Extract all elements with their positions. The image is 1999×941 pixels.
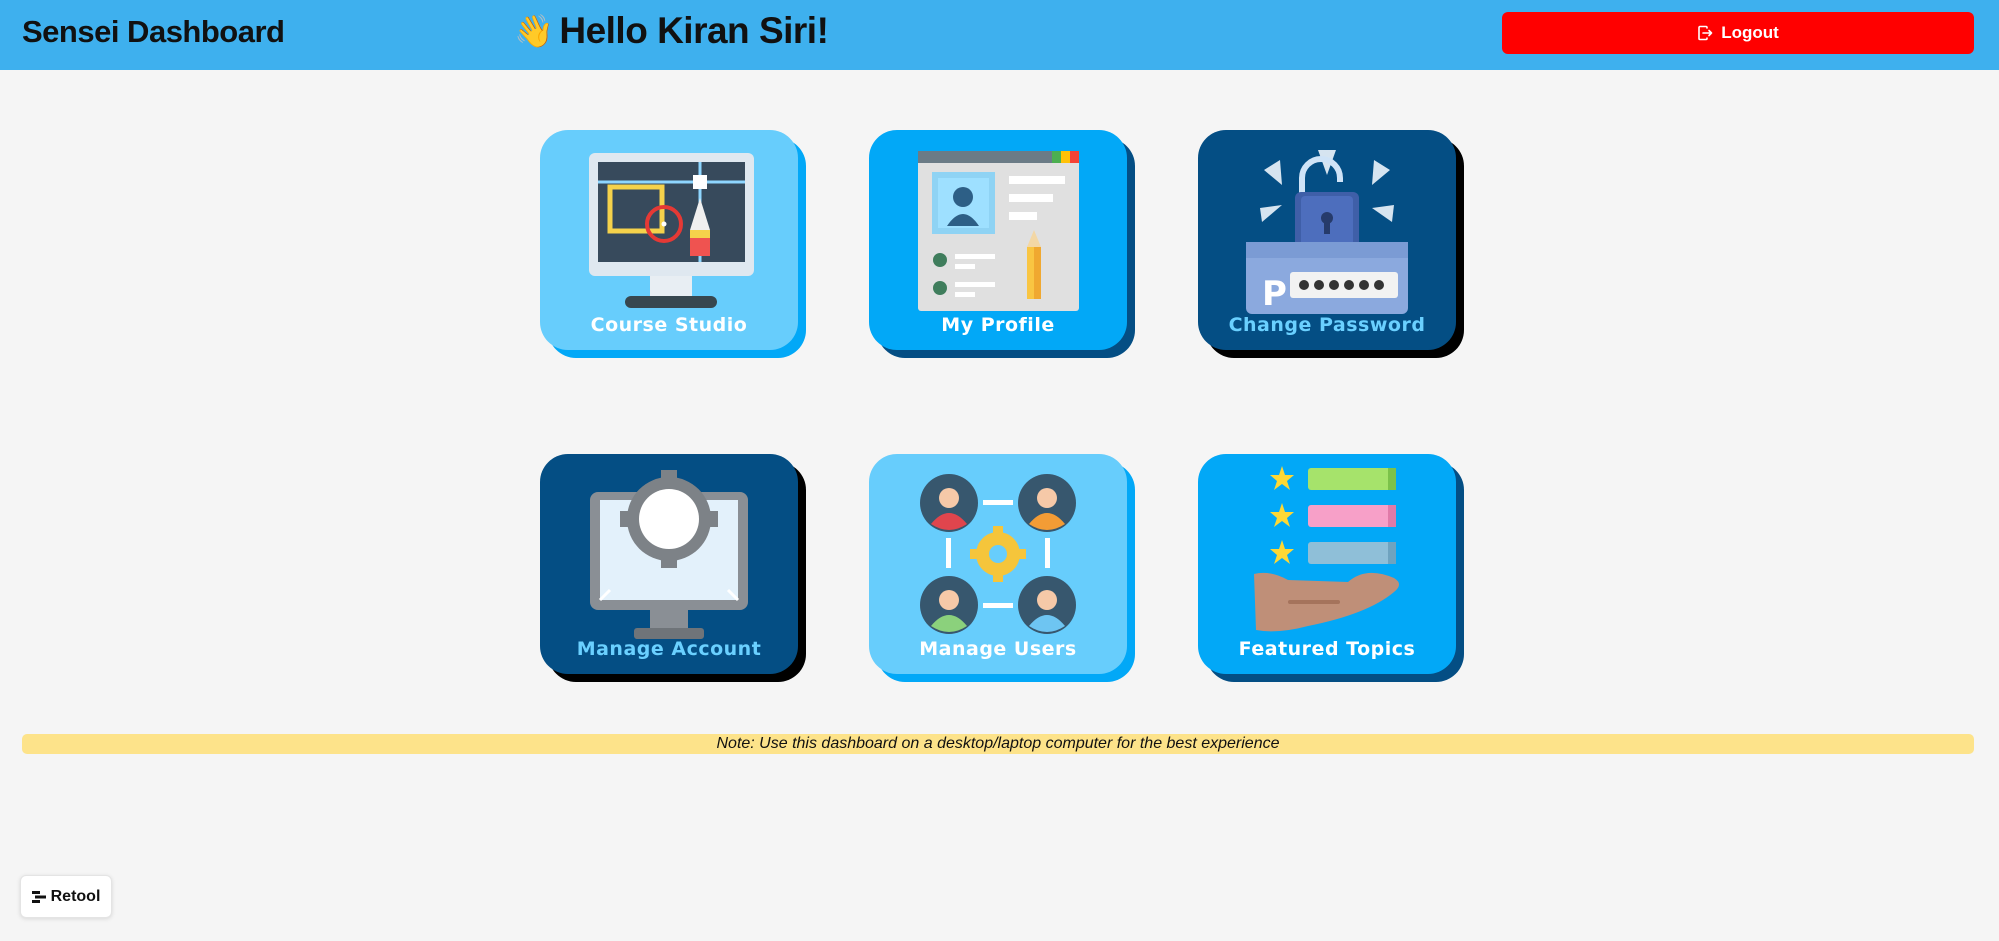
svg-text:P: P <box>1262 274 1287 314</box>
wave-icon: 👋 <box>514 13 554 49</box>
tile-face: Featured Topics <box>1198 454 1456 674</box>
tile-label: Manage Users <box>919 638 1077 660</box>
retool-badge[interactable]: Retool <box>20 875 112 918</box>
logout-label: Logout <box>1721 23 1779 42</box>
tile-manage-account[interactable]: Manage Account <box>540 454 806 682</box>
tile-manage-users[interactable]: Manage Users <box>869 454 1135 682</box>
tile-label: Course Studio <box>590 314 748 336</box>
tile-face: Manage Account <box>540 454 798 674</box>
desktop-note: Note: Use this dashboard on a desktop/la… <box>22 734 1974 754</box>
tile-face: My Profile <box>869 130 1127 350</box>
tile-my-profile[interactable]: My Profile <box>869 130 1135 358</box>
tile-label: My Profile <box>941 314 1055 336</box>
retool-label: Retool <box>50 887 101 905</box>
retool-logo-icon <box>31 890 46 903</box>
tile-face: P Change Password <box>1198 130 1456 350</box>
tile-change-password[interactable]: P Change Password <box>1198 130 1464 358</box>
tile-featured-topics[interactable]: Featured Topics <box>1198 454 1464 682</box>
tile-label: Manage Account <box>576 638 762 660</box>
tile-face: Manage Users <box>869 454 1127 674</box>
app-title: Sensei Dashboard <box>22 14 285 49</box>
logout-button[interactable]: Logout <box>1502 12 1974 54</box>
tile-face: Course Studio <box>540 130 798 350</box>
greeting-text: Hello Kiran Siri! <box>559 10 829 51</box>
tile-label: Featured Topics <box>1238 638 1416 660</box>
tile-label: Change Password <box>1228 314 1426 336</box>
tile-course-studio[interactable]: Course Studio <box>540 130 806 358</box>
greeting: 👋 Hello Kiran Siri! <box>514 10 829 52</box>
logout-icon <box>1698 25 1713 41</box>
top-bar: Sensei Dashboard 👋 Hello Kiran Siri! Log… <box>0 0 1999 70</box>
